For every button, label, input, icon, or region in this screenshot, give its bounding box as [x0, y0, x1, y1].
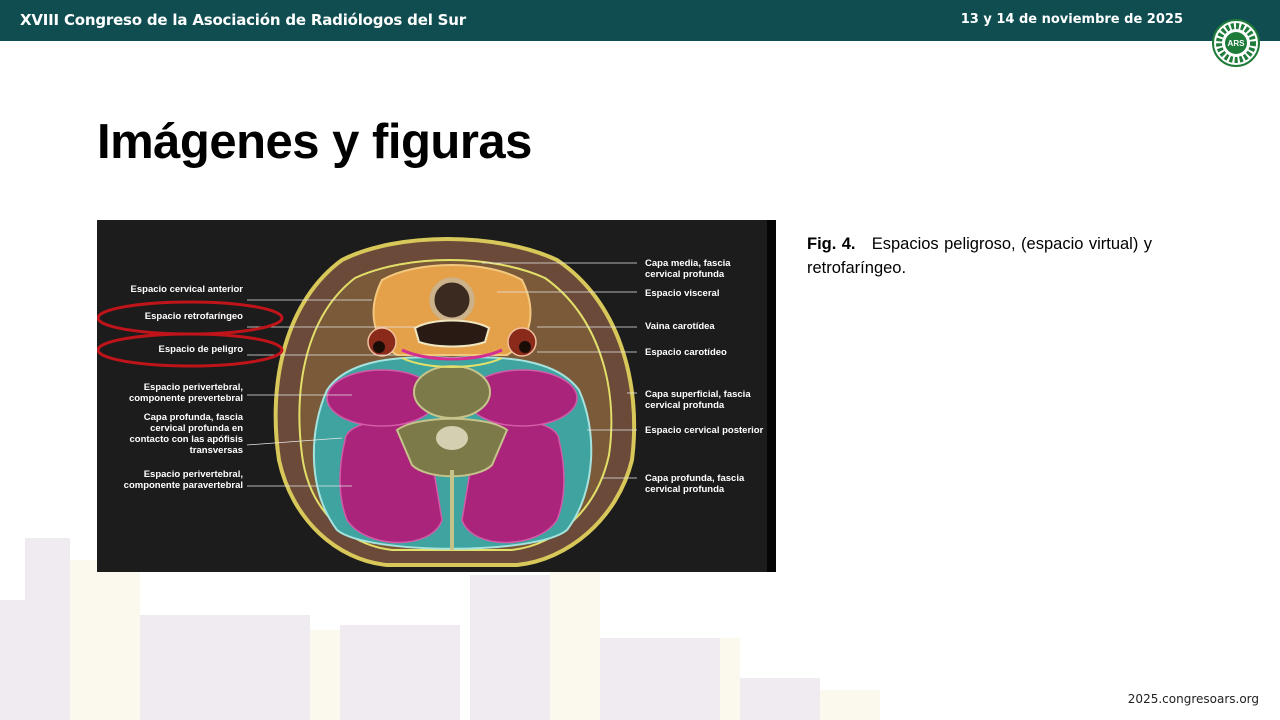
label-capa-media: Capa media, fascia cervical profunda	[645, 258, 731, 280]
caption-text: Espacios peligroso, (espacio virtual) y …	[807, 235, 1152, 277]
label-espacio-visceral: Espacio visceral	[645, 288, 720, 299]
slide-title: Imágenes y figuras	[97, 115, 532, 169]
logo-text: ARS	[1228, 39, 1246, 48]
footer-url: 2025.congresoars.org	[1127, 692, 1259, 706]
label-espacio-de-peligro: Espacio de peligro	[158, 344, 243, 355]
label-espacio-cervical-anterior: Espacio cervical anterior	[130, 284, 243, 295]
label-perivertebral-prevertebral: Espacio perivertebral, componente prever…	[128, 382, 243, 404]
label-perivertebral-paravertebral: Espacio perivertebral, componente parave…	[123, 469, 243, 491]
figure-caption: Fig. 4. Espacios peligroso, (espacio vir…	[807, 232, 1152, 280]
header-bar: XVIII Congreso de la Asociación de Radió…	[0, 0, 1280, 41]
label-espacio-carotideo: Espacio carotídeo	[645, 347, 727, 358]
label-capa-superficial: Capa superficial, fascia cervical profun…	[645, 389, 751, 411]
label-vaina-carotidea: Vaina carotídea	[645, 321, 715, 332]
label-capa-profunda: Capa profunda, fascia cervical profunda	[645, 473, 745, 495]
anatomy-figure: Espacio cervical anterior Espacio retrof…	[97, 220, 776, 572]
conference-title: XVIII Congreso de la Asociación de Radió…	[20, 11, 466, 29]
ars-logo: ARS	[1212, 19, 1260, 67]
label-espacio-retrofaringeo: Espacio retrofaríngeo	[144, 311, 243, 322]
figure-number: Fig. 4.	[807, 235, 856, 253]
label-capa-profunda-transversas: Capa profunda, fascia cervical profunda …	[129, 412, 244, 456]
label-espacio-cervical-posterior: Espacio cervical posterior	[645, 425, 764, 436]
conference-date: 13 y 14 de noviembre de 2025	[960, 12, 1183, 27]
